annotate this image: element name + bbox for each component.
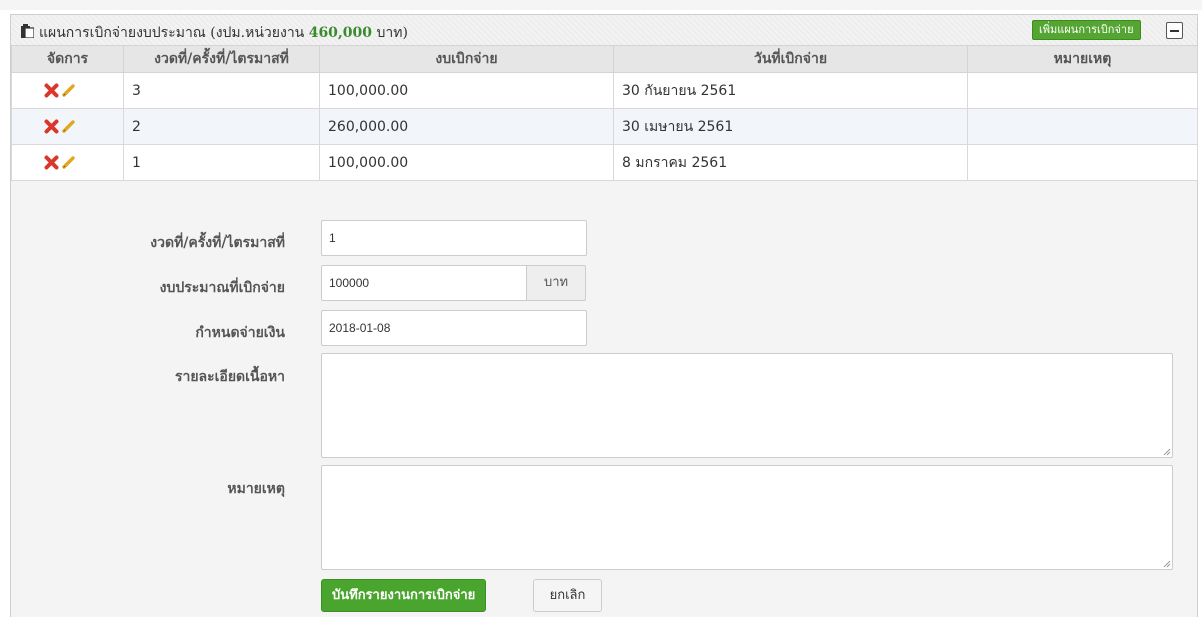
table-header-row: จัดการ งวดที่/ครั้งที่/ไตรมาสที่ งบเบิกจ… xyxy=(11,46,1198,73)
delete-x-icon[interactable] xyxy=(44,83,59,98)
row-date: 30 เมษายน 2561 xyxy=(613,108,968,145)
period-input[interactable]: 1 xyxy=(321,220,587,256)
col-header-note: หมายเหตุ xyxy=(967,46,1198,73)
row-amount: 260,000.00 xyxy=(319,108,614,145)
top-strip xyxy=(0,0,1202,10)
minus-icon[interactable] xyxy=(1166,22,1183,39)
table-row: 2 260,000.00 30 เมษายน 2561 xyxy=(11,108,1198,145)
table-row: 3 100,000.00 30 กันยายน 2561 xyxy=(11,72,1198,109)
note-textarea[interactable] xyxy=(321,465,1173,570)
panel-title-amount: 460,000 xyxy=(308,25,373,41)
pencil-edit-icon[interactable] xyxy=(61,83,76,98)
pencil-edit-icon[interactable] xyxy=(61,155,76,170)
col-header-date: วันที่เบิกจ่าย xyxy=(613,46,968,73)
panel-title-open: (งปม.หน่วยงาน xyxy=(210,25,305,41)
budget-input[interactable]: 100000 xyxy=(321,265,527,301)
period-label: งวดที่/ครั้งที่/ไตรมาสที่ xyxy=(150,235,285,251)
cancel-button[interactable]: ยกเลิก xyxy=(533,579,602,612)
resize-grip-icon[interactable] xyxy=(1163,560,1171,568)
detail-label: รายละเอียดเนื้อหา xyxy=(174,369,285,385)
due-date-input[interactable]: 2018-01-08 xyxy=(321,310,587,346)
row-amount: 100,000.00 xyxy=(319,72,614,109)
col-header-manage: จัดการ xyxy=(11,46,124,73)
row-period: 2 xyxy=(123,108,320,145)
table-row: 1 100,000.00 8 มกราคม 2561 xyxy=(11,144,1198,181)
col-header-amount: งบเบิกจ่าย xyxy=(319,46,614,73)
row-date: 8 มกราคม 2561 xyxy=(613,144,968,181)
row-period: 3 xyxy=(123,72,320,109)
col-header-period: งวดที่/ครั้งที่/ไตรมาสที่ xyxy=(123,46,320,73)
panel-title-text: แผนการเบิกจ่ายงบประมาณ xyxy=(39,25,206,41)
row-actions xyxy=(11,72,124,109)
panel-title: แผนการเบิกจ่ายงบประมาณ (งปม.หน่วยงาน 460… xyxy=(39,22,408,44)
add-plan-button[interactable]: เพิ่มแผนการเบิกจ่าย xyxy=(1032,20,1141,40)
budget-label: งบประมาณที่เบิกจ่าย xyxy=(159,280,285,296)
pencil-edit-icon[interactable] xyxy=(61,119,76,134)
budget-plan-panel: แผนการเบิกจ่ายงบประมาณ (งปม.หน่วยงาน 460… xyxy=(10,14,1198,617)
resize-grip-icon[interactable] xyxy=(1163,448,1171,456)
save-report-button[interactable]: บันทึกรายงานการเบิกจ่าย xyxy=(321,579,487,612)
row-note xyxy=(967,72,1198,109)
budget-unit-addon: บาท xyxy=(526,265,586,301)
row-amount: 100,000.00 xyxy=(319,144,614,181)
row-note xyxy=(967,108,1198,145)
row-date: 30 กันยายน 2561 xyxy=(613,72,968,109)
panel-title-unit: บาท) xyxy=(376,25,408,41)
row-actions xyxy=(11,108,124,145)
row-note xyxy=(967,144,1198,181)
due-date-label: กำหนดจ่ายเงิน xyxy=(195,325,285,341)
panel-header: แผนการเบิกจ่ายงบประมาณ (งปม.หน่วยงาน 460… xyxy=(11,15,1197,46)
detail-textarea[interactable] xyxy=(321,353,1173,458)
note-label: หมายเหตุ xyxy=(227,481,285,497)
disbursement-table: จัดการ งวดที่/ครั้งที่/ไตรมาสที่ งบเบิกจ… xyxy=(11,46,1198,181)
clipboard-icon xyxy=(21,24,34,38)
row-period: 1 xyxy=(123,144,320,181)
row-actions xyxy=(11,144,124,181)
delete-x-icon[interactable] xyxy=(44,119,59,134)
delete-x-icon[interactable] xyxy=(44,155,59,170)
